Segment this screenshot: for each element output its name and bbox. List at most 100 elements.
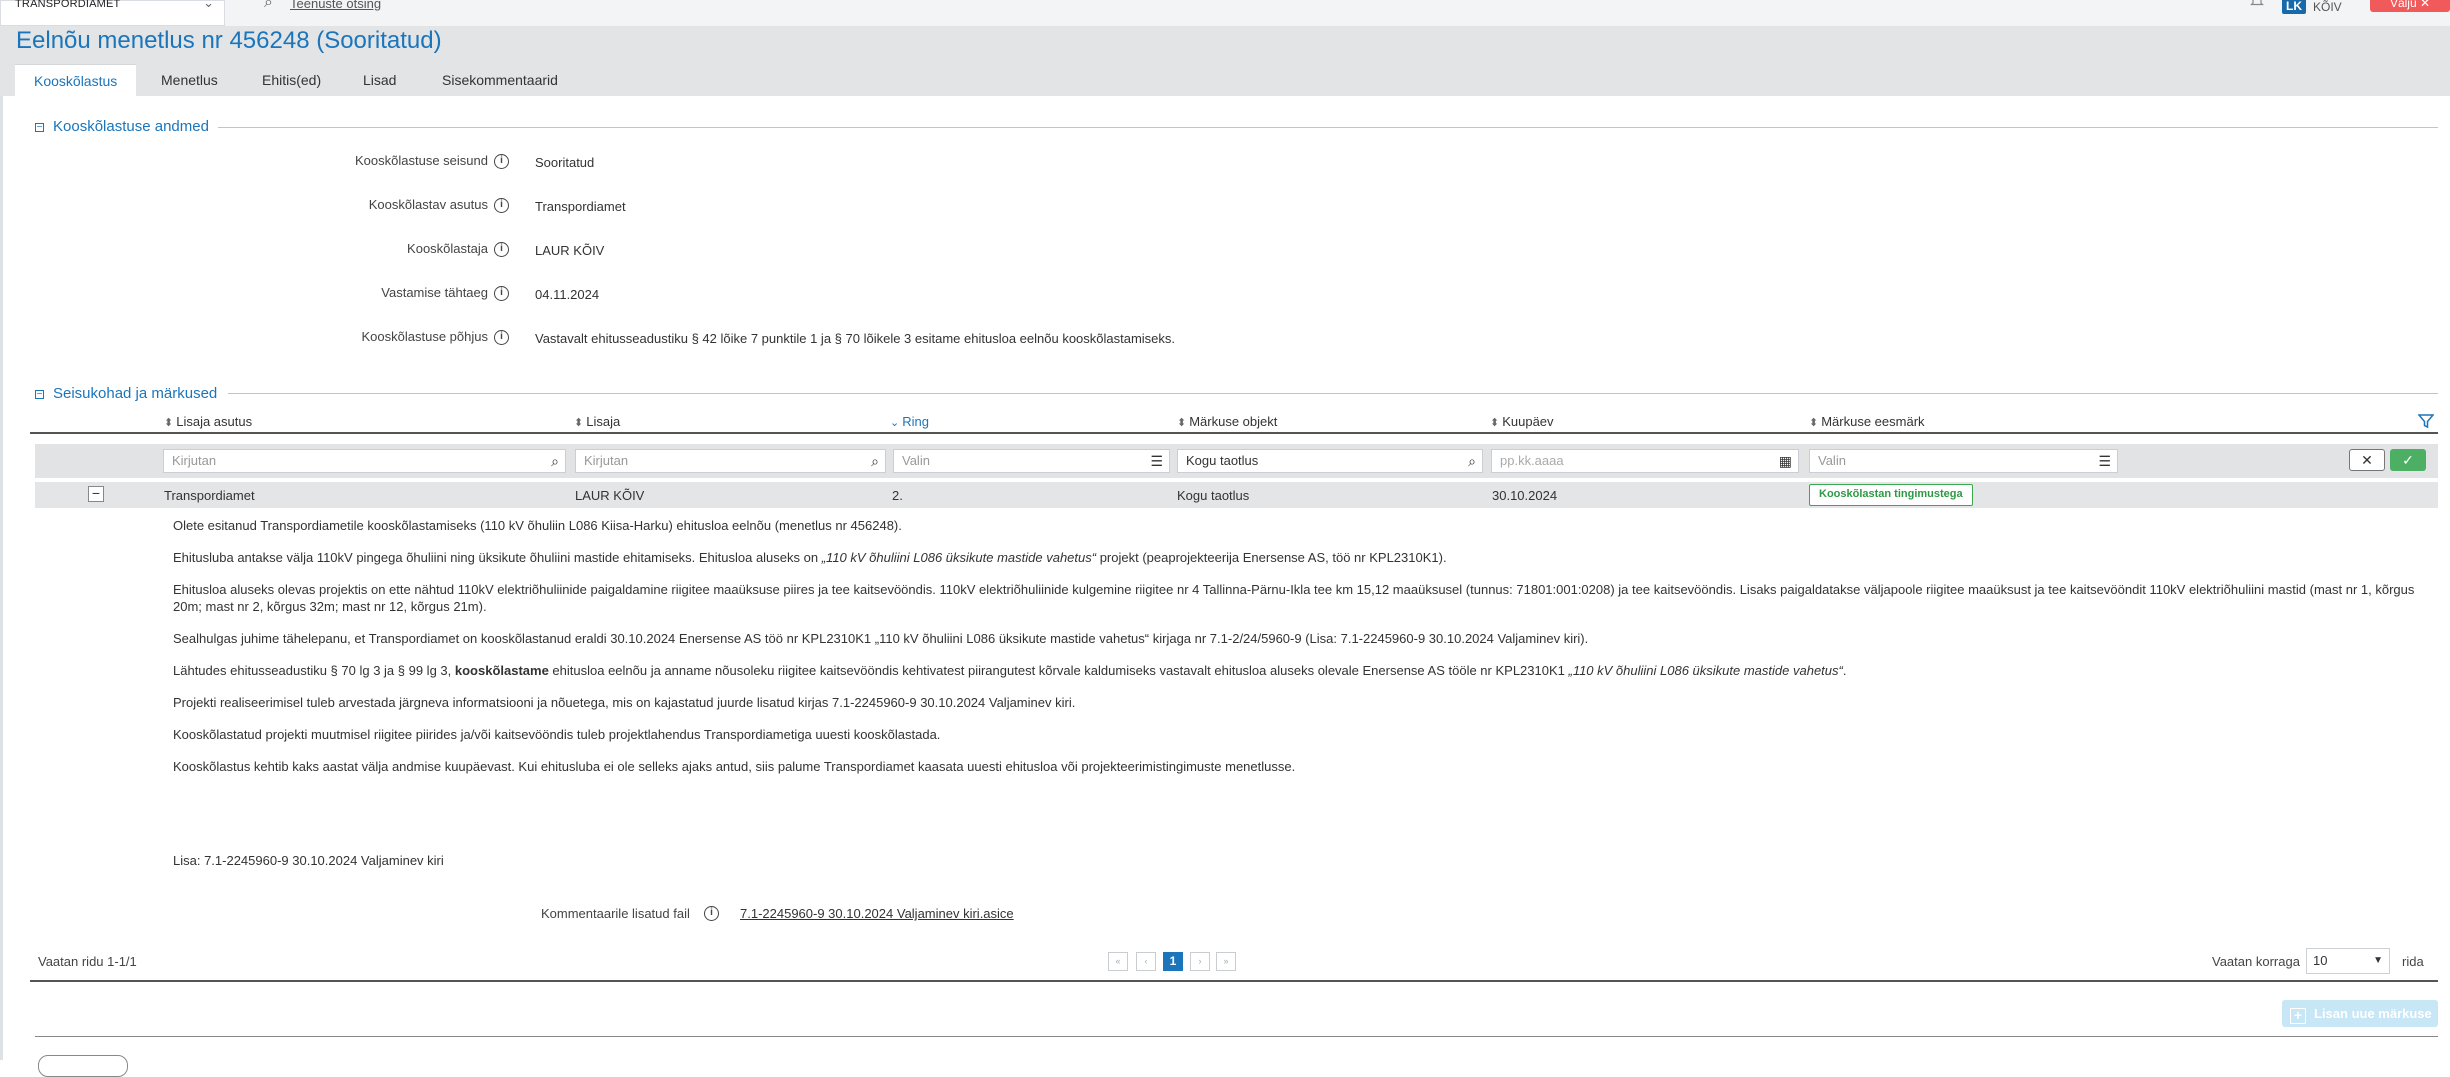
filter-value: Kogu taotlus — [1186, 453, 1259, 468]
left-edge-strip — [0, 96, 3, 1060]
field-value-asutus: Transpordiamet — [535, 199, 626, 214]
remark-paragraph: Lisa: 7.1-2245960-9 30.10.2024 Valjamine… — [173, 853, 444, 868]
bottom-button[interactable] — [38, 1055, 128, 1077]
search-icon[interactable]: ⌕ — [871, 450, 879, 472]
sort-icon: ⬍ — [164, 417, 174, 429]
info-icon[interactable]: i — [704, 906, 719, 921]
info-icon[interactable]: i — [494, 286, 509, 301]
close-icon: ✕ — [2419, 0, 2431, 10]
attachment-link[interactable]: 7.1-2245960-9 30.10.2024 Valjaminev kiri… — [740, 906, 1014, 921]
remark-paragraph: Ehitusloa aluseks olevas projektis on et… — [173, 582, 2415, 614]
remark-paragraph: Projekti realiseerimisel tuleb arvestada… — [173, 695, 1076, 710]
info-icon[interactable]: i — [494, 242, 509, 257]
list-icon[interactable]: ☰ — [2098, 450, 2111, 472]
search-icon[interactable]: ⌕ — [264, 0, 273, 12]
field-label-kooskolastaja: Kooskõlastaja — [407, 241, 488, 256]
institution-select-value: TRANSPORDIAMET — [15, 0, 121, 10]
rows-label: rida — [2402, 954, 2424, 969]
tab-lisad[interactable]: Lisad — [344, 64, 415, 96]
text-segment: ehitusloa eelnõu ja anname nõusoleku rii… — [548, 663, 1569, 678]
info-icon[interactable]: i — [494, 330, 509, 345]
filter-placeholder: Kirjutan — [172, 453, 217, 468]
filter-eesmark-select[interactable]: Valin ☰ — [1809, 449, 2118, 473]
funnel-icon[interactable] — [2417, 413, 2435, 434]
field-label-seisund: Kooskõlastuse seisund — [355, 153, 488, 168]
field-value-seisund: Sooritatud — [535, 155, 595, 170]
section-bottom-divider — [35, 1036, 2438, 1037]
field-value-kooskolastaja: LAUR KÕIV — [535, 243, 605, 258]
list-icon[interactable]: ☰ — [1150, 450, 1163, 472]
next-page-button[interactable]: › — [1190, 952, 1210, 971]
text-segment: Lähtudes ehitusseadustiku § 70 lg 3 ja §… — [173, 663, 455, 678]
info-icon[interactable]: i — [494, 154, 509, 169]
details-section-title: Kooskõlastuse andmed — [53, 118, 209, 135]
filter-markuse-objekt-input[interactable]: Kogu taotlus ⌕ — [1177, 449, 1483, 473]
search-icon[interactable]: ⌕ — [1468, 450, 1476, 472]
info-icon[interactable]: i — [494, 198, 509, 213]
sort-icon: ⬍ — [1177, 417, 1187, 429]
collapse-remarks-toggle[interactable]: − — [35, 390, 44, 400]
bell-icon[interactable] — [2250, 0, 2264, 13]
column-header-markuse-eesmark[interactable]: ⬍ Märkuse eesmärk — [1809, 414, 1925, 429]
add-remark-button[interactable]: + Lisan uue märkuse — [2282, 1000, 2438, 1027]
paging-summary: Vaatan ridu 1-1/1 — [38, 954, 137, 969]
column-header-lisaja[interactable]: ⬍ Lisaja — [574, 414, 620, 429]
sort-desc-icon: ⌄ — [890, 417, 900, 429]
page-size-label: Vaatan korraga — [2212, 954, 2300, 969]
last-page-button[interactable]: » — [1216, 952, 1236, 971]
filter-ring-select[interactable]: Valin ☰ — [893, 449, 1170, 473]
column-header-ring[interactable]: ⌄ Ring — [890, 414, 929, 429]
remark-paragraph: Kooskõlastus kehtib kaks aastat välja an… — [173, 759, 1296, 774]
filter-placeholder: Kirjutan — [584, 453, 629, 468]
filter-lisaja-asutus-input[interactable]: Kirjutan ⌕ — [163, 449, 566, 473]
collapse-details-toggle[interactable]: − — [35, 123, 44, 133]
institution-select[interactable]: TRANSPORDIAMET ⌄ — [0, 0, 225, 26]
column-header-label: Märkuse objekt — [1189, 414, 1278, 429]
text-bold: kooskõlastame — [454, 663, 549, 678]
field-value-tahtaeg: 04.11.2024 — [535, 287, 600, 302]
column-header-label: Ring — [902, 414, 929, 429]
column-header-lisaja-asutus[interactable]: ⬍ Lisaja asutus — [164, 414, 252, 429]
avatar[interactable]: LK — [2282, 0, 2306, 14]
prev-page-button[interactable]: ‹ — [1136, 952, 1156, 971]
check-icon: ✓ — [2402, 452, 2414, 468]
table-footer-divider — [30, 980, 2438, 982]
clear-filter-button[interactable]: ✕ — [2349, 449, 2385, 471]
tab-sisekommentaarid[interactable]: Sisekommentaarid — [423, 64, 577, 96]
field-value-pohjus: Vastavalt ehitusseadustiku § 42 lõike 7 … — [535, 331, 1176, 346]
attachment-label: Kommentaarile lisatud fail — [541, 906, 690, 921]
first-page-button[interactable]: « — [1108, 952, 1128, 971]
remark-paragraph: Kooskõlastatud projekti muutmisel riigit… — [173, 727, 941, 742]
page-size-select[interactable]: 10 ▼ — [2306, 948, 2390, 974]
page-button-current[interactable]: 1 — [1163, 952, 1183, 971]
remark-paragraph: Ehitusluba antakse välja 110kV pingega õ… — [173, 549, 2433, 566]
search-icon[interactable]: ⌕ — [551, 450, 559, 472]
column-header-kuupaev[interactable]: ⬍ Kuupäev — [1490, 414, 1554, 429]
text-segment: Ehitusluba antakse välja 110kV pingega õ… — [173, 550, 822, 565]
cell-kuupaev: 30.10.2024 — [1492, 488, 1558, 503]
field-label-pohjus: Kooskõlastuse põhjus — [361, 329, 488, 344]
sort-icon: ⬍ — [1490, 417, 1500, 429]
row-collapse-button[interactable]: − — [88, 486, 104, 502]
apply-filter-button[interactable]: ✓ — [2390, 449, 2426, 471]
column-header-markuse-objekt[interactable]: ⬍ Märkuse objekt — [1177, 414, 1277, 429]
filter-lisaja-input[interactable]: Kirjutan ⌕ — [575, 449, 886, 473]
cell-markuse-objekt: Kogu taotlus — [1177, 488, 1250, 503]
field-label-asutus: Kooskõlastav asutus — [368, 197, 488, 212]
filter-kuupaev-input[interactable]: pp.kk.aaaa ▦ — [1491, 449, 1799, 473]
remark-paragraph: Lähtudes ehitusseadustiku § 70 lg 3 ja §… — [173, 662, 2433, 679]
column-header-label: Märkuse eesmärk — [1821, 414, 1925, 429]
column-header-label: Kuupäev — [1502, 414, 1554, 429]
tab-menetlus[interactable]: Menetlus — [142, 64, 237, 96]
caret-down-icon: ▼ — [2373, 955, 2383, 966]
cell-lisaja: LAUR KÕIV — [575, 488, 645, 503]
remark-paragraph: Olete esitanud Transpordiametile kooskõl… — [173, 518, 902, 533]
calendar-icon[interactable]: ▦ — [1779, 450, 1792, 472]
tab-ehitised[interactable]: Ehitis(ed) — [243, 64, 340, 96]
project-name-italic: „110 kV õhuliini L086 üksikute mastide v… — [1568, 663, 1843, 678]
service-search-link[interactable]: Teenuste otsing — [290, 0, 381, 11]
tab-kooskolastus[interactable]: Kooskõlastus — [15, 64, 137, 97]
chevron-down-icon: ⌄ — [203, 0, 214, 10]
filter-placeholder: Valin — [902, 453, 930, 468]
logout-button[interactable]: Välju ✕ — [2370, 0, 2450, 12]
